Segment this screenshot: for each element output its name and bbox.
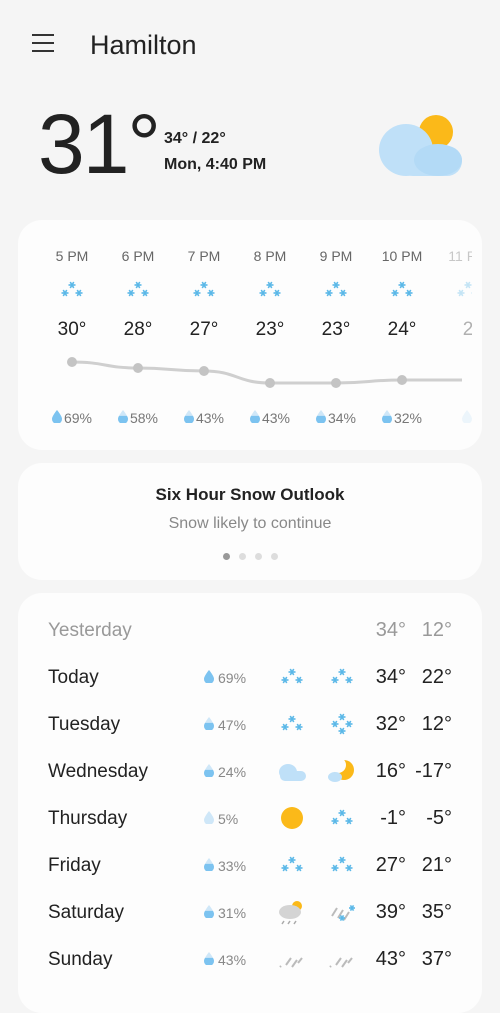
daily-row-yesterday: Yesterday 34° 12° [18,616,482,646]
drop-icon [204,717,214,733]
day-precip: 69% [204,670,246,686]
hourly-forecast-card[interactable]: 5 PM 30° 69% 6 PM 28° 58% 7 PM 27° 43% 8 PM… [18,220,482,450]
temperature-point [331,378,341,388]
daily-row[interactable]: Today 69% 34° 22° [18,663,482,693]
partly-cloudy-sun-icon [378,112,464,183]
high-temp: 27° [375,854,406,876]
temperature-graph [67,357,462,388]
snow-icon [276,853,308,884]
daily-row[interactable]: Sunday 43% 43° 37° [18,945,482,975]
low-temp: -5° [426,807,452,829]
snow-icon [326,806,358,837]
outlook-title: Six Hour Snow Outlook [155,485,345,504]
drizzle-icon [326,947,358,978]
daily-row[interactable]: Saturday 31% 39° 35° [18,898,482,928]
high-temp: 32° [375,713,406,735]
city-title: Hamilton [90,30,197,60]
outlook-subtitle: Snow likely to continue [168,515,332,532]
daily-forecast-card: Yesterday 34° 12° Today 69% 34° 22° Tuesd… [18,593,482,1013]
drop-icon [204,952,214,968]
drop-icon [204,905,214,921]
day-name: Yesterday [48,620,132,641]
precip-value: 33% [218,858,247,874]
drizzle-icon [276,947,308,978]
drop-icon [204,670,214,686]
day-name: Wednesday [48,761,148,782]
temperature-point [133,363,143,373]
snow-heavy-icon [326,712,358,743]
current-temp: 31° [38,97,161,191]
snow-icon [276,665,308,696]
low-temp: 35° [421,901,452,923]
daily-row[interactable]: Friday 33% 27° 21° [18,851,482,881]
temperature-point [265,378,275,388]
day-precip: 47% [204,717,246,733]
day-precip: 5% [204,811,238,827]
precip-value: 47% [218,717,247,733]
daily-row[interactable]: Thursday 5% -1° -5° [18,804,482,834]
high-temp: 39° [375,901,406,923]
snow-icon [276,712,308,743]
snow-outlook-card[interactable]: Six Hour Snow Outlook Snow likely to con… [18,463,482,580]
low-temp: 12° [421,619,452,641]
day-precip: 33% [204,858,246,874]
page-dot[interactable] [238,553,246,560]
high-temp: 16° [375,760,406,782]
temperature-point [199,366,209,376]
drop-icon [204,811,214,827]
day-name: Sunday [48,949,113,970]
low-temp: 22° [421,666,452,688]
high-temp: 34° [375,619,406,641]
day-name: Tuesday [48,714,121,735]
low-temp: -17° [415,760,452,782]
day-precip: 43% [204,952,246,968]
precip-value: 43% [218,952,247,968]
high-temp: -1° [380,807,406,829]
high-temp: 34° [375,666,406,688]
precip-value: 24% [218,764,247,780]
drop-icon [204,858,214,874]
cloud-icon [276,759,308,790]
menu-button[interactable] [32,34,56,54]
high-temp: 43° [375,948,406,970]
low-temp: 12° [421,713,452,735]
day-name: Today [48,667,99,688]
current-datetime: Mon, 4:40 PM [164,156,267,173]
page-dot[interactable] [254,553,262,560]
day-precip: 24% [204,764,246,780]
page-dot[interactable] [270,553,278,560]
low-temp: 21° [421,854,452,876]
day-name: Thursday [48,808,128,829]
page-indicator[interactable] [18,553,482,560]
day-name: Friday [48,855,101,876]
daily-row[interactable]: Wednesday 24% 16° -17° [18,757,482,787]
sun-icon [276,806,308,837]
temperature-point [67,357,77,367]
drop-icon [204,764,214,780]
day-precip: 31% [204,905,246,921]
page-dot[interactable] [222,553,230,560]
daily-row[interactable]: Tuesday 47% 32° 12° [18,710,482,740]
snow-icon [326,665,358,696]
precip-value: 69% [218,670,247,686]
low-temp: 37° [421,948,452,970]
precip-value: 5% [218,811,239,827]
moon-cloud-icon [326,757,358,790]
sun-cloud-rain-icon [276,900,308,931]
snow-icon [326,853,358,884]
sleet-icon [326,900,358,931]
precip-value: 31% [218,905,247,921]
day-name: Saturday [48,902,125,923]
temperature-point [397,375,407,385]
current-hilo: 34° / 22° [164,130,226,147]
